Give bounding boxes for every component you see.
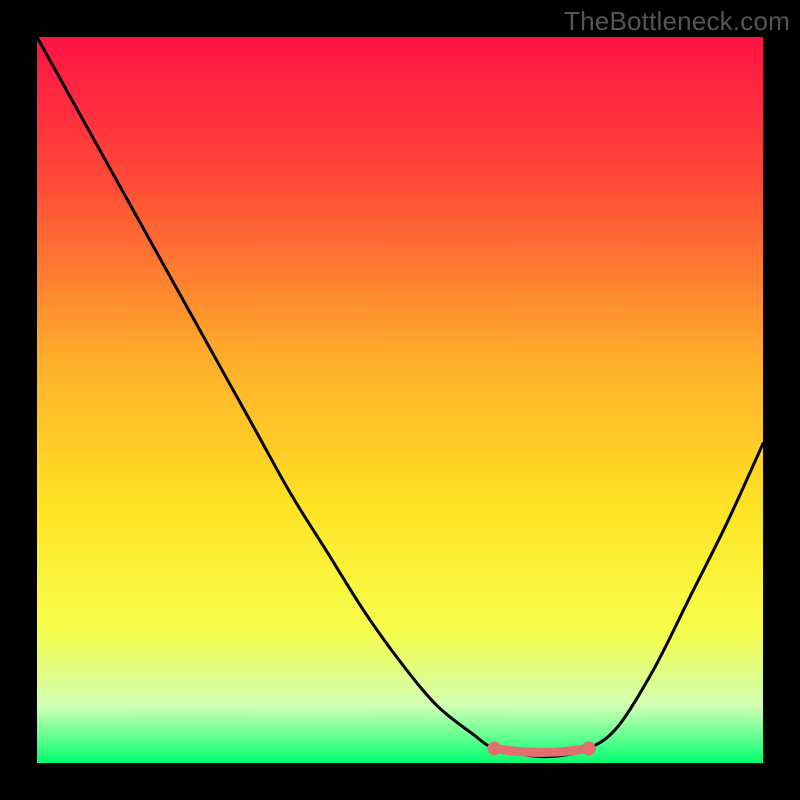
optimal-zone-highlight (494, 748, 588, 752)
watermark-text: TheBottleneck.com (564, 6, 790, 37)
gradient-background (37, 37, 763, 763)
optimal-zone-start-marker (487, 741, 501, 755)
chart-stage: TheBottleneck.com (0, 0, 800, 800)
bottleneck-curve-plot (0, 0, 800, 800)
optimal-zone-end-marker (582, 741, 596, 755)
